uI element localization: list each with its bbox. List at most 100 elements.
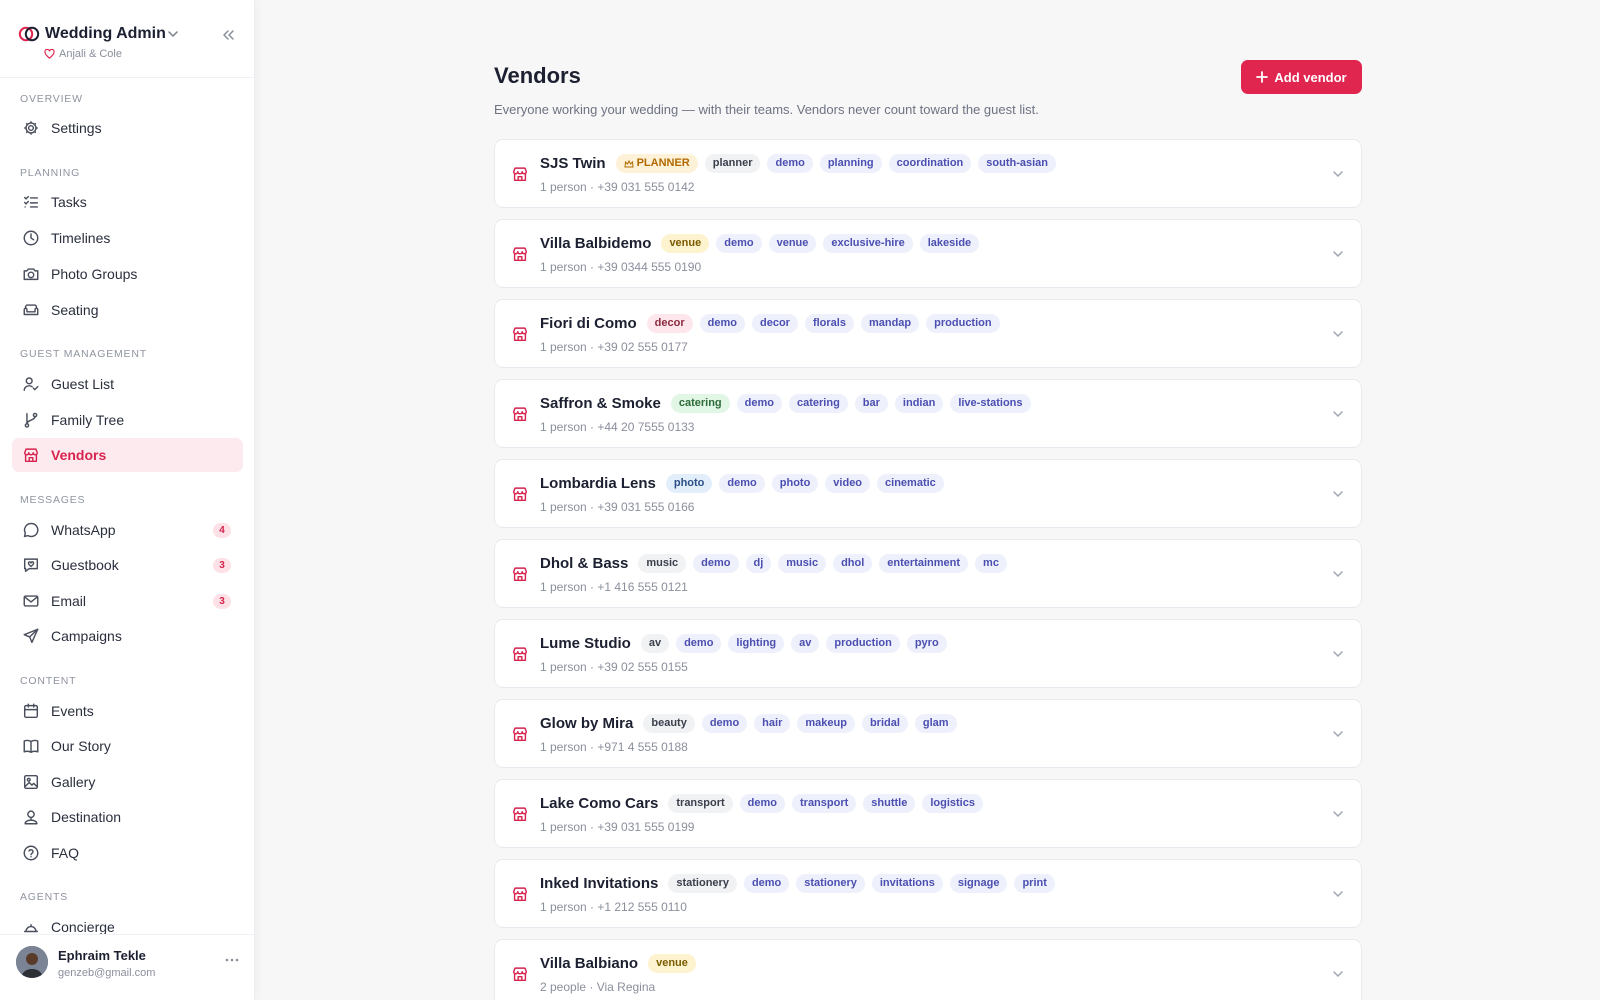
- vendor-tag: hair: [754, 714, 791, 733]
- vendor-tag: florals: [804, 314, 854, 333]
- section-planning: Planning: [20, 167, 81, 179]
- sidebar-item-faq[interactable]: FAQ: [12, 836, 243, 870]
- sidebar-item-campaigns[interactable]: Campaigns: [12, 619, 243, 653]
- sidebar-item-label: Guest List: [51, 376, 115, 392]
- sidebar-item-photo-groups[interactable]: Photo Groups: [12, 257, 243, 291]
- sidebar-item-label: Vendors: [51, 447, 107, 463]
- sidebar-item-label: Our Story: [51, 738, 111, 754]
- store-icon: [512, 167, 528, 182]
- chevron-down-icon[interactable]: [1331, 247, 1345, 261]
- sidebar-item-label: Destination: [51, 809, 122, 825]
- vendor-card[interactable]: Fiori di Como decor demo decor florals mandap…: [494, 299, 1362, 368]
- user-check-icon: [23, 377, 39, 392]
- vendor-card[interactable]: Saffron & Smoke catering demo catering bar in…: [494, 379, 1362, 448]
- vendor-card[interactable]: Inked Invitations stationery demo stationer…: [494, 859, 1362, 928]
- vendor-type-badge: av: [640, 634, 670, 653]
- vendor-name: Lombardia Lens: [540, 475, 656, 492]
- user-email: genzeb@gmail.com: [58, 967, 156, 979]
- chevron-down-icon[interactable]: [1331, 407, 1345, 421]
- vendor-meta: 1 person · +39 031 555 0199: [540, 820, 695, 834]
- vendor-card[interactable]: Lake Como Cars transport demo transport shut…: [494, 779, 1362, 848]
- chevron-down-icon[interactable]: [1331, 887, 1345, 901]
- vendor-type-badge: catering: [670, 394, 730, 413]
- sidebar-item-email[interactable]: Email 3: [12, 584, 243, 618]
- chevron-down-icon[interactable]: [166, 27, 180, 41]
- chevron-down-icon[interactable]: [1331, 567, 1345, 581]
- vendor-meta: 1 person · +971 4 555 0188: [540, 740, 688, 754]
- sidebar-item-timelines[interactable]: Timelines: [12, 221, 243, 255]
- chevron-down-icon[interactable]: [1331, 327, 1345, 341]
- unread-badge: 3: [213, 594, 231, 609]
- vendor-card[interactable]: Glow by Mira beauty demo hair makeup bridal gl…: [494, 699, 1362, 768]
- vendor-tag: glam: [914, 714, 957, 733]
- chevron-down-icon[interactable]: [1331, 967, 1345, 981]
- sidebar-item-label: Campaigns: [51, 628, 122, 644]
- vendor-type-badge: photo: [665, 474, 713, 493]
- map-pin-icon: [24, 810, 38, 825]
- vendor-tag: demo: [743, 874, 790, 893]
- chevron-down-icon[interactable]: [1331, 167, 1345, 181]
- vendor-tag: shuttle: [863, 794, 916, 813]
- chevron-down-icon[interactable]: [1331, 647, 1345, 661]
- sidebar-item-guest-list[interactable]: Guest List: [12, 367, 243, 401]
- sidebar-item-label: Guestbook: [51, 557, 119, 573]
- vendor-type-badge: music: [638, 554, 687, 573]
- vendor-card[interactable]: Villa Balbidemo venue demo venue exclusive-h…: [494, 219, 1362, 288]
- user-card[interactable]: Ephraim Tekle genzeb@gmail.com: [0, 934, 254, 1000]
- sidebar-item-seating[interactable]: Seating: [12, 293, 243, 327]
- sidebar-item-our-story[interactable]: Our Story: [12, 729, 243, 763]
- image-icon: [23, 774, 39, 790]
- chevron-down-icon[interactable]: [1331, 807, 1345, 821]
- vendor-tag: pyro: [906, 634, 947, 653]
- vendor-card[interactable]: SJS Twin PLANNER planner demo planning coordi…: [494, 139, 1362, 208]
- vendor-tag: dhol: [833, 554, 873, 573]
- sidebar-item-family-tree[interactable]: Family Tree: [12, 403, 243, 437]
- vendor-card[interactable]: Lume Studio av demo lighting av production pyr…: [494, 619, 1362, 688]
- heart-icon: [44, 49, 55, 59]
- sidebar-item-gallery[interactable]: Gallery: [12, 765, 243, 799]
- vendor-tag: bar: [854, 394, 888, 413]
- vendor-tag: transport: [792, 794, 857, 813]
- sofa-icon: [23, 304, 39, 316]
- sidebar-item-guestbook[interactable]: Guestbook 3: [12, 548, 243, 582]
- vendor-tag: demo: [693, 554, 739, 573]
- vendor-tag: demo: [736, 394, 782, 413]
- sidebar-item-whatsapp[interactable]: WhatsApp 4: [12, 513, 243, 547]
- gear-icon: [24, 121, 38, 135]
- collapse-sidebar-icon[interactable]: [220, 27, 236, 43]
- sidebar-item-destination[interactable]: Destination: [12, 800, 243, 834]
- more-options-icon[interactable]: [224, 955, 240, 965]
- vendor-tag: production: [826, 634, 900, 653]
- vendor-type-badge: planner: [704, 154, 761, 173]
- app-title[interactable]: Wedding Admin: [45, 25, 166, 43]
- sidebar-item-label: Concierge: [51, 919, 115, 935]
- vendor-card[interactable]: Dhol & Bass music demo dj music dhol entertain…: [494, 539, 1362, 608]
- chevron-down-icon[interactable]: [1331, 727, 1345, 741]
- vendor-card[interactable]: Villa Balbiano venue 2 people · Via Regina: [494, 939, 1362, 1000]
- section-content: Content: [20, 675, 77, 687]
- sidebar-item-vendors[interactable]: Vendors: [12, 438, 243, 472]
- chevron-down-icon[interactable]: [1331, 487, 1345, 501]
- vendor-tag: demo: [739, 794, 785, 813]
- sidebar-item-events[interactable]: Events: [12, 694, 243, 728]
- vendor-meta: 1 person · +39 031 555 0142: [540, 180, 695, 194]
- plus-icon: [1256, 71, 1269, 83]
- add-vendor-button[interactable]: Add vendor: [1241, 60, 1362, 94]
- vendor-tag: photo: [771, 474, 819, 493]
- send-icon: [23, 628, 39, 644]
- vendor-tag: lighting: [728, 634, 785, 653]
- vendor-type-badge: beauty: [643, 714, 695, 733]
- vendor-header: Inked Invitations stationery demo stationer…: [540, 874, 1055, 893]
- vendor-type-badge: venue: [648, 954, 696, 973]
- vendor-header: Saffron & Smoke catering demo catering bar in…: [540, 394, 1031, 413]
- user-photo-icon: [16, 946, 48, 978]
- sidebar-item-label: Seating: [51, 302, 99, 318]
- sidebar-item-settings[interactable]: Settings: [12, 111, 243, 145]
- sidebar-item-tasks[interactable]: Tasks: [12, 185, 243, 219]
- vendor-tag: demo: [701, 714, 748, 733]
- vendor-card[interactable]: Lombardia Lens photo demo photo video cinemat…: [494, 459, 1362, 528]
- vendor-header: Villa Balbiano venue: [540, 954, 696, 973]
- section-messages: Messages: [20, 494, 86, 506]
- add-vendor-label: Add vendor: [1274, 69, 1347, 85]
- vendor-tag: lakeside: [919, 234, 980, 253]
